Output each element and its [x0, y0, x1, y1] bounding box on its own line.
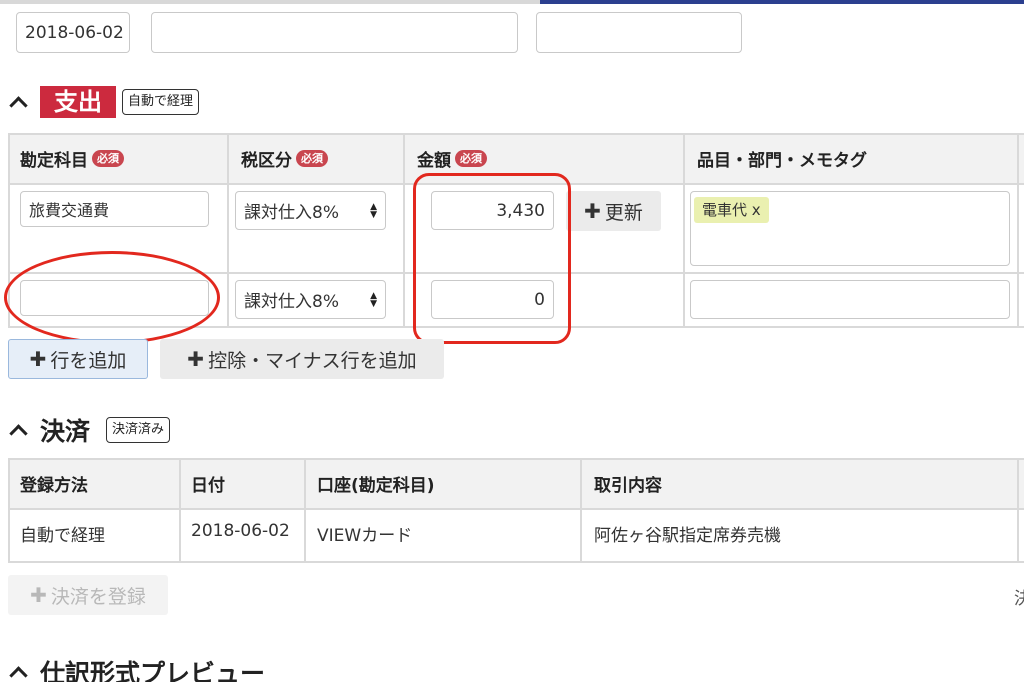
date-input[interactable]: 2018-06-02: [16, 12, 130, 53]
select-arrows-icon: ▲ ▼: [370, 201, 377, 220]
chevron-up-icon[interactable]: [8, 661, 30, 682]
annotation-account-highlight: [4, 251, 220, 344]
table-border: [8, 458, 1024, 460]
table-border: [179, 458, 181, 562]
table-border: [227, 133, 229, 327]
expense-title: 支出: [40, 86, 116, 118]
top-strip-accent: [540, 0, 1024, 4]
table-border: [8, 458, 10, 562]
add-deduction-row-button[interactable]: ✚ 控除・マイナス行を追加: [160, 339, 444, 379]
column-header-tags: 品目・部門・メモタグ: [697, 133, 867, 184]
settlement-table-header-bg: [8, 458, 1024, 508]
chevron-up-icon[interactable]: [8, 91, 30, 113]
top-text-field[interactable]: [151, 12, 518, 53]
settlement-section-header: 決済 決済済み: [8, 414, 171, 446]
table-border: [683, 133, 685, 327]
settled-badge: 決済済み: [106, 417, 171, 443]
required-badge: 必須: [455, 150, 487, 167]
table-border: [580, 458, 582, 562]
tag-chip-label: 電車代 x: [702, 201, 761, 219]
tax-select[interactable]: 課対仕入8% ▲ ▼: [235, 280, 386, 319]
top-secondary-field[interactable]: [536, 12, 742, 53]
column-header-label: 日付: [191, 475, 225, 496]
column-header-label: 取引内容: [594, 475, 662, 496]
settlement-description: 阿佐ヶ谷駅指定席券売機: [594, 526, 781, 546]
cutoff-text: 決: [1014, 589, 1024, 609]
add-row-button[interactable]: ✚ 行を追加: [8, 339, 148, 379]
column-header-date: 日付: [191, 458, 225, 508]
column-header-label: 勘定科目: [20, 151, 88, 171]
plus-icon: ✚: [29, 347, 47, 371]
tax-select-value: 課対仕入8%: [244, 292, 339, 312]
update-button[interactable]: ✚ 更新: [566, 191, 661, 231]
column-header-description: 取引内容: [594, 458, 662, 508]
table-border: [304, 458, 306, 562]
plus-icon: ✚: [30, 583, 47, 607]
tag-input[interactable]: [690, 280, 1010, 319]
select-arrows-icon: ▲ ▼: [370, 290, 377, 309]
table-border: [1017, 133, 1019, 327]
update-button-label: 更新: [604, 201, 643, 224]
table-border: [1017, 458, 1019, 562]
account-input[interactable]: 旅費交通費: [20, 191, 209, 227]
chevron-up-icon[interactable]: [8, 419, 30, 441]
column-header-account: 勘定科目 必須: [20, 133, 124, 184]
required-badge: 必須: [296, 150, 328, 167]
settlement-account: VIEWカード: [317, 526, 413, 546]
table-border: [8, 561, 1024, 563]
tax-select-value: 課対仕入8%: [244, 203, 339, 223]
register-settlement-button[interactable]: ✚ 決済を登録: [8, 575, 168, 615]
column-header-label: 税区分: [241, 151, 292, 171]
column-header-label: 金額: [417, 151, 451, 171]
column-header-tax: 税区分 必須: [241, 133, 328, 184]
table-border: [403, 133, 405, 327]
column-header-label: 品目・部門・メモタグ: [697, 151, 867, 171]
settlement-title: 決済: [40, 417, 91, 446]
column-header-label: 口座(勘定科目): [317, 475, 435, 496]
column-header-method: 登録方法: [20, 458, 88, 508]
column-header-label: 登録方法: [20, 475, 88, 496]
table-border: [8, 508, 1024, 510]
plus-icon: ✚: [187, 347, 205, 371]
column-header-account: 口座(勘定科目): [317, 458, 435, 508]
tag-chip[interactable]: 電車代 x: [694, 197, 769, 223]
settlement-method: 自動で経理: [20, 526, 105, 546]
preview-title: 仕訳形式プレビュー: [40, 659, 266, 682]
tax-select[interactable]: 課対仕入8% ▲ ▼: [235, 191, 386, 230]
annotation-amount-highlight: [413, 173, 571, 344]
required-badge: 必須: [92, 150, 124, 167]
register-settlement-button-label: 決済を登録: [50, 585, 146, 608]
account-input-value: 旅費交通費: [29, 201, 110, 220]
settlement-date: 2018-06-02: [191, 521, 290, 541]
add-deduction-row-button-label: 控除・マイナス行を追加: [208, 349, 417, 372]
date-input-value: 2018-06-02: [25, 22, 124, 43]
auto-accounting-badge: 自動で経理: [122, 89, 200, 115]
plus-icon: ✚: [584, 199, 601, 223]
expense-section-header: 支出 自動で経理: [8, 86, 200, 118]
table-border: [8, 133, 1024, 135]
preview-section-header: 仕訳形式プレビュー: [8, 656, 265, 682]
add-row-button-label: 行を追加: [50, 349, 127, 372]
